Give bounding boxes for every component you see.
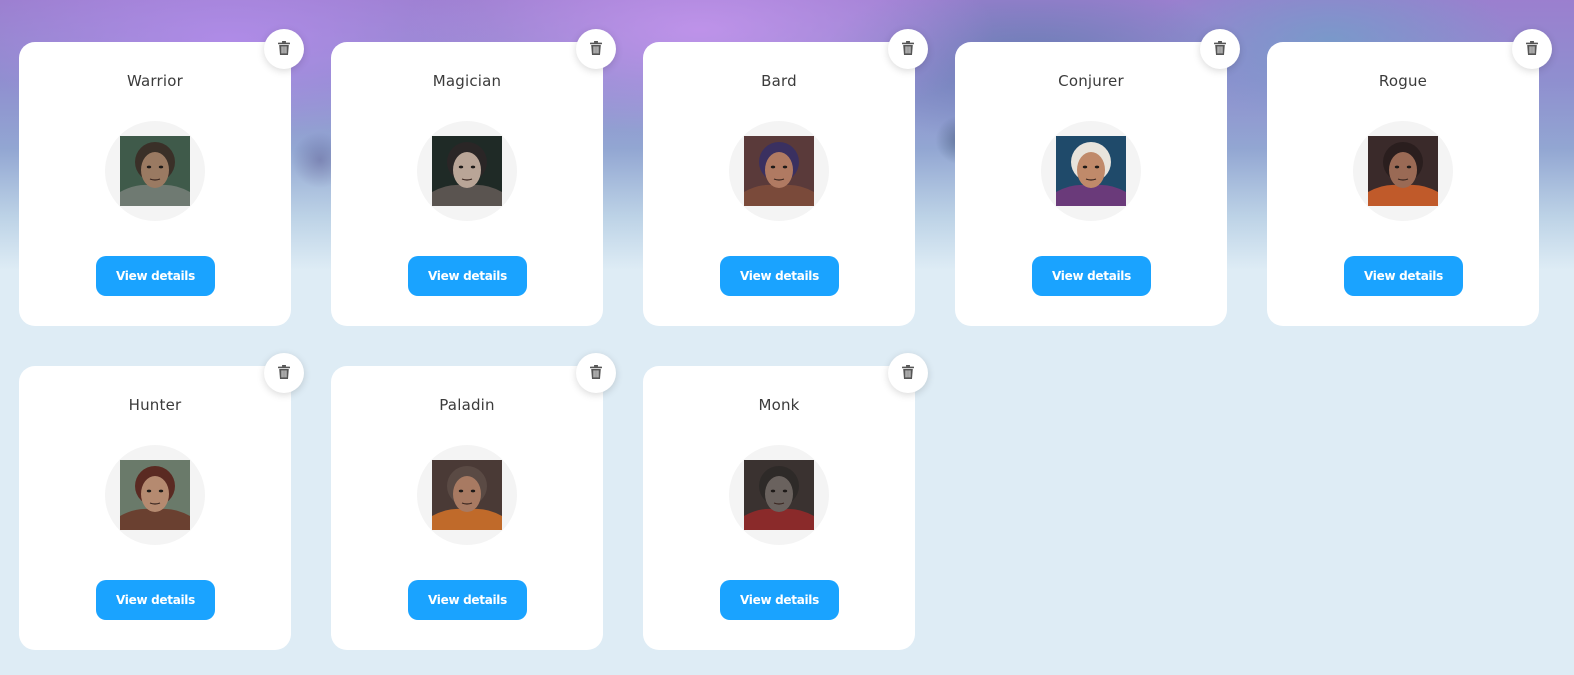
character-card: Warrior View details xyxy=(19,29,304,326)
avatar xyxy=(417,445,517,545)
avatar xyxy=(105,445,205,545)
trash-icon xyxy=(278,364,290,383)
trash-icon xyxy=(590,40,602,59)
hunter-portrait xyxy=(120,460,190,530)
trash-icon xyxy=(902,40,914,59)
character-name: Warrior xyxy=(126,72,184,90)
character-name: Magician xyxy=(432,72,502,90)
conjurer-portrait xyxy=(1056,136,1126,206)
trash-icon xyxy=(278,40,290,59)
character-name: Monk xyxy=(758,396,800,414)
avatar xyxy=(105,121,205,221)
delete-button[interactable] xyxy=(888,353,928,393)
monk-portrait xyxy=(744,460,814,530)
delete-button[interactable] xyxy=(576,353,616,393)
view-details-button[interactable]: View details xyxy=(408,256,527,296)
view-details-button[interactable]: View details xyxy=(720,256,839,296)
delete-button[interactable] xyxy=(264,29,304,69)
character-card: Hunter View details xyxy=(19,353,304,650)
delete-button[interactable] xyxy=(888,29,928,69)
character-card: Rogue View details xyxy=(1267,29,1552,326)
character-name: Rogue xyxy=(1378,72,1428,90)
view-details-button[interactable]: View details xyxy=(1032,256,1151,296)
character-name: Paladin xyxy=(439,396,495,414)
rogue-portrait xyxy=(1368,136,1438,206)
bard-portrait xyxy=(744,136,814,206)
view-details-button[interactable]: View details xyxy=(720,580,839,620)
character-card: Bard View details xyxy=(643,29,928,326)
avatar xyxy=(729,445,829,545)
avatar xyxy=(1041,121,1141,221)
character-name: Bard xyxy=(761,72,797,90)
warrior-portrait xyxy=(120,136,190,206)
character-card: Magician View details xyxy=(331,29,616,326)
avatar xyxy=(417,121,517,221)
paladin-portrait xyxy=(432,460,502,530)
view-details-button[interactable]: View details xyxy=(96,256,215,296)
trash-icon xyxy=(1214,40,1226,59)
avatar xyxy=(1353,121,1453,221)
delete-button[interactable] xyxy=(576,29,616,69)
view-details-button[interactable]: View details xyxy=(96,580,215,620)
delete-button[interactable] xyxy=(1200,29,1240,69)
delete-button[interactable] xyxy=(1512,29,1552,69)
magician-portrait xyxy=(432,136,502,206)
trash-icon xyxy=(590,364,602,383)
avatar xyxy=(729,121,829,221)
trash-icon xyxy=(902,364,914,383)
delete-button[interactable] xyxy=(264,353,304,393)
character-card: Conjurer View details xyxy=(955,29,1240,326)
character-card: Paladin View details xyxy=(331,353,616,650)
view-details-button[interactable]: View details xyxy=(1344,256,1463,296)
character-name: Conjurer xyxy=(1058,72,1124,90)
character-name: Hunter xyxy=(128,396,182,414)
character-card: Monk View details xyxy=(643,353,928,650)
view-details-button[interactable]: View details xyxy=(408,580,527,620)
trash-icon xyxy=(1526,40,1538,59)
